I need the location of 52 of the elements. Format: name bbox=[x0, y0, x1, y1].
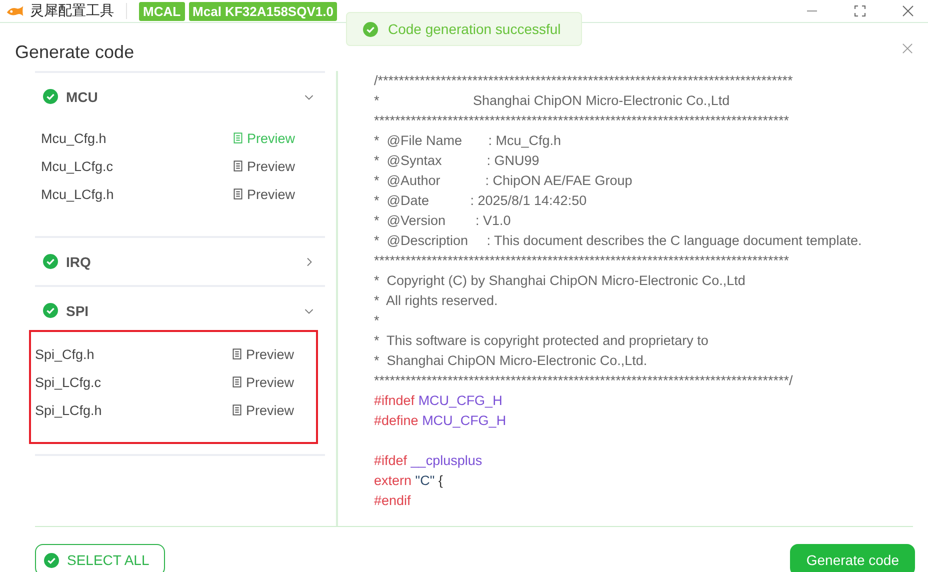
check-circle-icon bbox=[363, 22, 378, 36]
module-header[interactable]: IRQ bbox=[35, 238, 325, 285]
module-header[interactable]: SPI bbox=[35, 287, 325, 334]
module-header[interactable]: MCU bbox=[35, 73, 325, 120]
preview-link[interactable]: Preview bbox=[232, 158, 295, 174]
file-name: Mcu_LCfg.c bbox=[41, 158, 114, 174]
check-circle-icon bbox=[44, 552, 59, 568]
close-icon[interactable] bbox=[902, 5, 914, 17]
file-name: Mcu_LCfg.h bbox=[41, 186, 114, 202]
code-line: * @Date : 2025/8/1 14:42:50 bbox=[374, 192, 588, 210]
app-title: 灵犀配置工具 bbox=[30, 2, 114, 20]
code-line: #ifndef MCU_CFG_H bbox=[374, 392, 504, 410]
document-icon bbox=[230, 404, 243, 416]
dialog-title: Generate code bbox=[15, 42, 136, 62]
code-line: * Shanghai ChipON Micro-Electronic Co.,Ltd bbox=[374, 92, 731, 110]
code-line: ******************************************************************************* bbox=[374, 252, 790, 270]
code-line: #ifdef __cplusplus bbox=[374, 452, 484, 470]
document-icon bbox=[232, 132, 244, 144]
file-name: Spi_Cfg.h bbox=[35, 346, 94, 362]
toast-message: Code generation successful bbox=[388, 21, 561, 37]
document-icon bbox=[232, 160, 244, 172]
preview-link[interactable]: Preview bbox=[232, 186, 295, 202]
code-line: #endif bbox=[374, 492, 412, 510]
document-icon bbox=[230, 348, 243, 360]
code-line: * @Description : This document describes the C language document template. bbox=[374, 232, 863, 250]
fish-logo-icon bbox=[6, 4, 24, 18]
code-line: extern "C" { bbox=[374, 472, 444, 490]
file-name: Spi_LCfg.c bbox=[35, 374, 102, 390]
code-line: * @Version : V1.0 bbox=[374, 212, 512, 230]
file-name: Spi_LCfg.h bbox=[35, 402, 102, 418]
code-line: * This software is copyright protected and proprietary to bbox=[374, 332, 710, 350]
code-line: * bbox=[374, 312, 380, 330]
version-tag: MCAL bbox=[139, 2, 185, 20]
preview-link[interactable]: Preview bbox=[230, 402, 294, 418]
maximize-icon[interactable] bbox=[854, 5, 866, 17]
document-icon bbox=[230, 376, 243, 388]
document-icon bbox=[232, 188, 244, 200]
preview-link[interactable]: Preview bbox=[230, 374, 294, 390]
version-tag: Mcal KF32A158SQV1.0 bbox=[188, 2, 338, 20]
code-line: * Shanghai ChipON Micro-Electronic Co.,Ltd. bbox=[374, 352, 648, 370]
code-line: *******************************************************************************/ bbox=[374, 372, 794, 390]
code-line: * @File Name : Mcu_Cfg.h bbox=[374, 132, 562, 150]
code-line: ******************************************************************************* bbox=[374, 112, 790, 130]
code-line: * @Syntax : GNU99 bbox=[374, 152, 540, 170]
code-line: * All rights reserved. bbox=[374, 292, 499, 310]
code-line: * @Author : ChipON AE/FAE Group bbox=[374, 172, 634, 190]
code-line: * Copyright (C) by Shanghai ChipON Micro-Electronic Co.,Ltd bbox=[374, 272, 746, 290]
preview-link[interactable]: Preview bbox=[230, 346, 294, 362]
code-line: /******************************************************************************* bbox=[374, 72, 794, 90]
code-line: #define MCU_CFG_H bbox=[374, 412, 508, 430]
close-icon[interactable] bbox=[902, 42, 913, 54]
file-name: Mcu_Cfg.h bbox=[41, 130, 106, 146]
